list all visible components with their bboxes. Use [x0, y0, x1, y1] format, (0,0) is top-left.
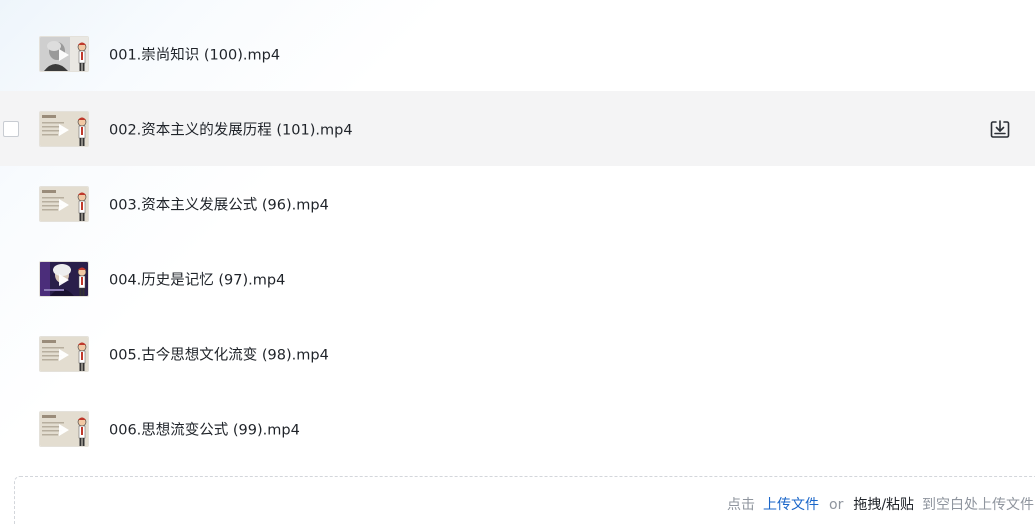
video-thumbnail[interactable] [39, 35, 89, 72]
file-row[interactable]: 003.资本主义发展公式 (96).mp4 [0, 166, 1035, 241]
video-thumbnail[interactable] [39, 335, 89, 372]
upload-hint-prefix: 点击 [727, 497, 755, 513]
video-thumbnail[interactable] [39, 410, 89, 447]
upload-hint: 点击 上传文件 or 拖拽/粘贴 到空白处上传文件 [727, 494, 1034, 514]
file-name[interactable]: 006.思想流变公式 (99).mp4 [109, 418, 300, 439]
download-icon[interactable] [989, 118, 1011, 140]
upload-hint-or: or [829, 497, 844, 513]
upload-file-link[interactable]: 上传文件 [763, 497, 819, 513]
file-name[interactable]: 004.历史是记忆 (97).mp4 [109, 268, 285, 289]
upload-hint-suffix: 到空白处上传文件 [922, 497, 1035, 513]
drag-paste-label: 拖拽/粘贴 [853, 497, 915, 513]
file-browser-page: 001.崇尚知识 (100).mp4 002.资本主义的发展历程 (101).mp… [0, 0, 1035, 526]
file-name[interactable]: 001.崇尚知识 (100).mp4 [109, 43, 280, 64]
file-row[interactable]: 002.资本主义的发展历程 (101).mp4 [0, 91, 1035, 166]
video-thumbnail[interactable] [39, 185, 89, 222]
file-row[interactable]: 005.古今思想文化流变 (98).mp4 [0, 316, 1035, 391]
file-row[interactable]: 001.崇尚知识 (100).mp4 [0, 16, 1035, 91]
file-name[interactable]: 005.古今思想文化流变 (98).mp4 [109, 343, 329, 364]
file-name[interactable]: 003.资本主义发展公式 (96).mp4 [109, 193, 329, 214]
file-row[interactable]: 004.历史是记忆 (97).mp4 [0, 241, 1035, 316]
file-name[interactable]: 002.资本主义的发展历程 (101).mp4 [109, 118, 353, 139]
video-thumbnail[interactable] [39, 260, 89, 297]
file-list: 001.崇尚知识 (100).mp4 002.资本主义的发展历程 (101).mp… [0, 16, 1035, 466]
file-select-checkbox[interactable] [3, 120, 19, 137]
file-row[interactable]: 006.思想流变公式 (99).mp4 [0, 391, 1035, 466]
video-thumbnail[interactable] [39, 110, 89, 147]
